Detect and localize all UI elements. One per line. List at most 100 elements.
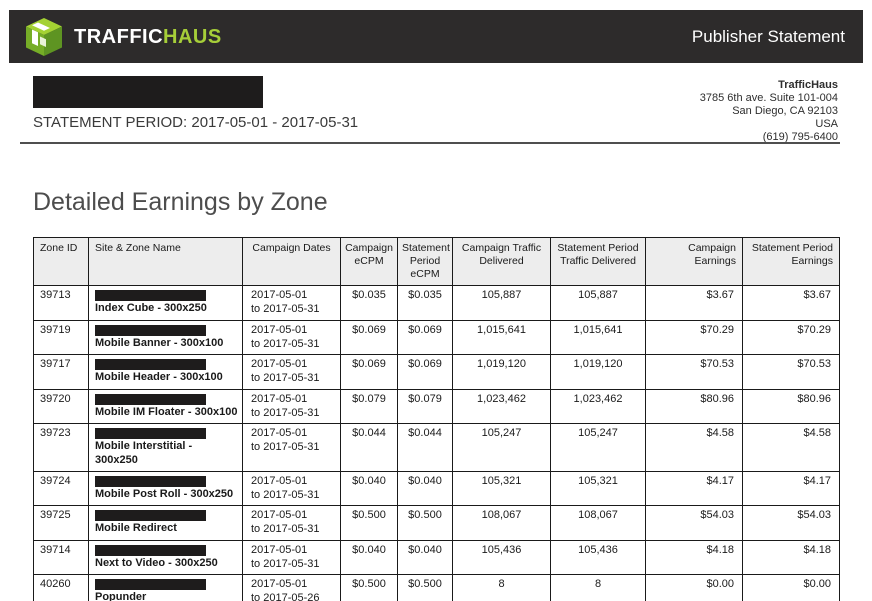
- campaign-dates-cell: 2017-05-01 to 2017-05-31: [243, 320, 341, 355]
- section-title: Detailed Earnings by Zone: [33, 188, 328, 217]
- campaign-earnings-cell: $80.96: [646, 389, 743, 424]
- col-header-statement-earnings: Statement Period Earnings: [743, 238, 840, 286]
- col-header-site-zone-name: Site & Zone Name: [89, 238, 243, 286]
- site-name-redaction: [95, 510, 206, 521]
- zone-name: Index Cube - 300x250: [93, 302, 238, 316]
- zone-name: Mobile Header - 300x100: [93, 371, 238, 385]
- campaign-dates-cell: 2017-05-01 to 2017-05-31: [243, 540, 341, 575]
- zone-id-cell: 39720: [34, 389, 89, 424]
- campaign-date-to: to 2017-05-26: [251, 592, 336, 601]
- zone-name: Mobile Banner - 300x100: [93, 337, 238, 351]
- statement-ecpm-cell: $0.069: [398, 355, 453, 390]
- zone-id-cell: 40260: [34, 575, 89, 601]
- campaign-ecpm-cell: $0.500: [341, 575, 398, 601]
- campaign-date-from: 2017-05-01: [251, 475, 336, 489]
- campaign-ecpm-cell: $0.069: [341, 355, 398, 390]
- site-zone-name-cell: Mobile Interstitial - 300x250: [89, 424, 243, 472]
- top-header-bar: TRAFFICHAUS Publisher Statement: [9, 10, 863, 63]
- company-address-block: TrafficHaus 3785 6th ave. Suite 101-004 …: [700, 76, 838, 144]
- site-zone-name-cell: Mobile Post Roll - 300x250: [89, 471, 243, 506]
- earnings-table: Zone ID Site & Zone Name Campaign Dates …: [33, 237, 840, 601]
- statement-traffic-cell: 105,247: [551, 424, 646, 472]
- site-zone-name-cell: Mobile Redirect: [89, 506, 243, 541]
- publisher-name-redaction: [33, 76, 263, 108]
- statement-ecpm-cell: $0.044: [398, 424, 453, 472]
- site-name-redaction: [95, 325, 206, 336]
- statement-earnings-cell: $70.29: [743, 320, 840, 355]
- document-title: Publisher Statement: [692, 27, 845, 47]
- zone-name: Mobile Interstitial - 300x250: [93, 440, 238, 468]
- site-name-redaction: [95, 476, 206, 487]
- campaign-traffic-cell: 108,067: [453, 506, 551, 541]
- zone-id-cell: 39714: [34, 540, 89, 575]
- campaign-ecpm-cell: $0.500: [341, 506, 398, 541]
- statement-info-section: STATEMENT PERIOD: 2017-05-01 - 2017-05-3…: [33, 76, 838, 144]
- campaign-traffic-cell: 1,019,120: [453, 355, 551, 390]
- campaign-date-from: 2017-05-01: [251, 289, 336, 303]
- zone-name: Mobile Post Roll - 300x250: [93, 488, 238, 502]
- site-name-redaction: [95, 290, 206, 301]
- campaign-traffic-cell: 105,887: [453, 286, 551, 321]
- table-row: 40260 Popunder 2017-05-01 to 2017-05-26 …: [34, 575, 840, 601]
- statement-traffic-cell: 105,887: [551, 286, 646, 321]
- campaign-earnings-cell: $70.29: [646, 320, 743, 355]
- statement-ecpm-cell: $0.069: [398, 320, 453, 355]
- campaign-date-from: 2017-05-01: [251, 427, 336, 441]
- brand-haus: HAUS: [163, 26, 222, 48]
- campaign-traffic-cell: 105,321: [453, 471, 551, 506]
- site-name-redaction: [95, 428, 206, 439]
- table-row: 39713 Index Cube - 300x250 2017-05-01 to…: [34, 286, 840, 321]
- col-header-campaign-earnings: Campaign Earnings: [646, 238, 743, 286]
- statement-ecpm-cell: $0.035: [398, 286, 453, 321]
- company-address-line2: San Diego, CA 92103: [700, 105, 838, 118]
- statement-ecpm-cell: $0.079: [398, 389, 453, 424]
- campaign-dates-cell: 2017-05-01 to 2017-05-26: [243, 575, 341, 601]
- statement-info-left: STATEMENT PERIOD: 2017-05-01 - 2017-05-3…: [33, 76, 358, 144]
- campaign-date-to: to 2017-05-31: [251, 441, 336, 455]
- statement-traffic-cell: 8: [551, 575, 646, 601]
- campaign-date-to: to 2017-05-31: [251, 303, 336, 317]
- campaign-ecpm-cell: $0.069: [341, 320, 398, 355]
- campaign-ecpm-cell: $0.044: [341, 424, 398, 472]
- statement-period: STATEMENT PERIOD: 2017-05-01 - 2017-05-3…: [33, 114, 358, 131]
- traffichaus-cube-icon: [23, 16, 65, 58]
- company-name: TrafficHaus: [700, 79, 838, 92]
- campaign-ecpm-cell: $0.079: [341, 389, 398, 424]
- site-zone-name-cell: Mobile Header - 300x100: [89, 355, 243, 390]
- statement-earnings-cell: $80.96: [743, 389, 840, 424]
- zone-id-cell: 39717: [34, 355, 89, 390]
- table-row: 39717 Mobile Header - 300x100 2017-05-01…: [34, 355, 840, 390]
- campaign-traffic-cell: 105,436: [453, 540, 551, 575]
- company-address-line3: USA: [700, 118, 838, 131]
- site-name-redaction: [95, 579, 206, 590]
- campaign-dates-cell: 2017-05-01 to 2017-05-31: [243, 389, 341, 424]
- campaign-traffic-cell: 8: [453, 575, 551, 601]
- statement-ecpm-cell: $0.040: [398, 471, 453, 506]
- col-header-statement-traffic: Statement Period Traffic Delivered: [551, 238, 646, 286]
- campaign-dates-cell: 2017-05-01 to 2017-05-31: [243, 471, 341, 506]
- zone-id-cell: 39713: [34, 286, 89, 321]
- company-address-line1: 3785 6th ave. Suite 101-004: [700, 92, 838, 105]
- campaign-ecpm-cell: $0.040: [341, 540, 398, 575]
- site-zone-name-cell: Index Cube - 300x250: [89, 286, 243, 321]
- campaign-earnings-cell: $3.67: [646, 286, 743, 321]
- campaign-traffic-cell: 105,247: [453, 424, 551, 472]
- statement-ecpm-cell: $0.040: [398, 540, 453, 575]
- table-row: 39714 Next to Video - 300x250 2017-05-01…: [34, 540, 840, 575]
- campaign-date-to: to 2017-05-31: [251, 523, 336, 537]
- campaign-earnings-cell: $4.58: [646, 424, 743, 472]
- campaign-earnings-cell: $54.03: [646, 506, 743, 541]
- statement-earnings-cell: $4.58: [743, 424, 840, 472]
- statement-ecpm-cell: $0.500: [398, 575, 453, 601]
- zone-name: Mobile Redirect: [93, 522, 238, 536]
- campaign-date-to: to 2017-05-31: [251, 558, 336, 572]
- statement-traffic-cell: 1,015,641: [551, 320, 646, 355]
- col-header-campaign-dates: Campaign Dates: [243, 238, 341, 286]
- campaign-traffic-cell: 1,023,462: [453, 389, 551, 424]
- site-zone-name-cell: Mobile IM Floater - 300x100: [89, 389, 243, 424]
- statement-earnings-cell: $70.53: [743, 355, 840, 390]
- campaign-date-from: 2017-05-01: [251, 393, 336, 407]
- statement-earnings-cell: $4.18: [743, 540, 840, 575]
- col-header-zone-id: Zone ID: [34, 238, 89, 286]
- header-divider-rule: [20, 142, 840, 144]
